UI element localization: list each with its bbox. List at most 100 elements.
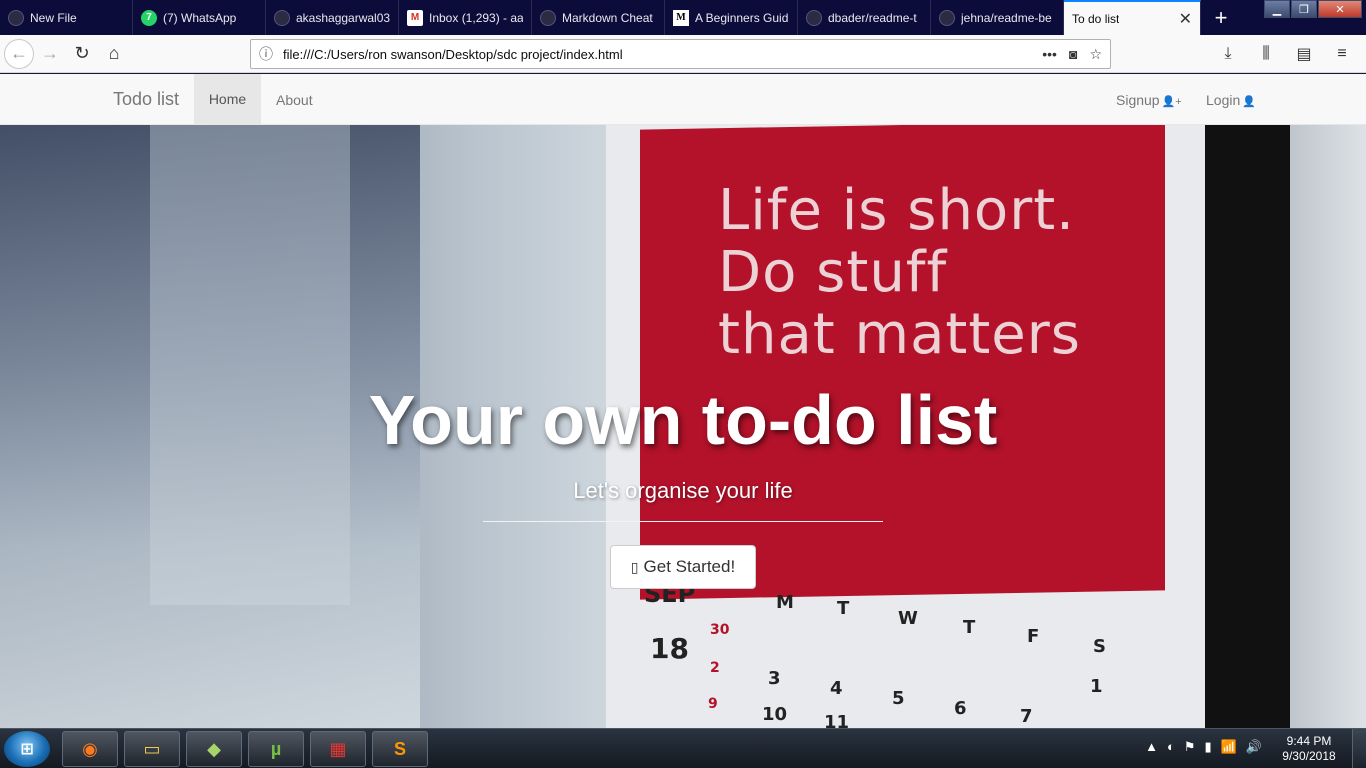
- signup-label: Signup: [1116, 92, 1160, 108]
- calendar-date: 10: [762, 704, 788, 725]
- github-icon: [939, 9, 955, 26]
- pocket-icon[interactable]: ◙: [1069, 46, 1077, 62]
- login-label: Login: [1206, 92, 1241, 108]
- tab-markdown-cheatsheet[interactable]: Markdown Cheat: [532, 0, 665, 35]
- taskbar-clock[interactable]: 9:44 PM 9/30/2018: [1274, 734, 1344, 764]
- network-icon[interactable]: 📶: [1221, 739, 1237, 755]
- calendar-date: 4: [830, 678, 843, 699]
- calendar-date: 5: [892, 688, 905, 709]
- minimize-button[interactable]: ▁: [1264, 0, 1290, 18]
- tab-label: dbader/readme-t: [828, 10, 917, 25]
- show-desktop-button[interactable]: [1352, 729, 1366, 768]
- browser-toolbar: ← → ↻ ⌂ ⓘ file:///C:/Users/ron swanson/D…: [0, 35, 1366, 73]
- tab-dbader-readme[interactable]: dbader/readme-t: [798, 0, 931, 35]
- gmail-icon: M: [407, 9, 423, 26]
- github-icon: [540, 9, 556, 26]
- sidebar-icon[interactable]: ▤: [1288, 38, 1320, 70]
- calendar-date-red: 2: [710, 660, 720, 676]
- navbar-brand[interactable]: Todo list: [113, 89, 179, 110]
- window-controls: ▁ ❐ ✕: [1264, 0, 1362, 18]
- tab-whatsapp[interactable]: 7 (7) WhatsApp: [133, 0, 266, 35]
- calendar-quote: Life is short. Do stuff that matters: [718, 180, 1081, 366]
- tab-label: akashaggarwal03: [296, 10, 390, 25]
- medium-icon: M: [673, 9, 689, 26]
- tab-todo-list[interactable]: To do list ✕: [1064, 0, 1201, 35]
- calendar-date: 1: [1090, 676, 1103, 697]
- forward-button[interactable]: →: [34, 38, 66, 70]
- close-window-button[interactable]: ✕: [1318, 0, 1362, 18]
- library-icon[interactable]: ⫼: [1250, 38, 1282, 70]
- file-explorer-taskbar-icon[interactable]: ▭: [124, 731, 180, 767]
- quote-line: Life is short.: [718, 178, 1075, 243]
- weekday-label: T: [837, 598, 850, 619]
- nav-about-link[interactable]: About: [276, 92, 313, 108]
- weekday-label: S: [1093, 636, 1106, 657]
- tray-app-icon[interactable]: ◐: [1167, 739, 1175, 755]
- reload-button[interactable]: ↻: [66, 38, 98, 70]
- quote-line: Do stuff: [718, 240, 948, 305]
- info-icon[interactable]: ⓘ: [259, 44, 273, 64]
- hero-divider: [483, 521, 883, 522]
- menu-icon[interactable]: ≡: [1326, 38, 1358, 70]
- calendar-date-red: 9: [708, 696, 718, 712]
- url-text[interactable]: file:///C:/Users/ron swanson/Desktop/sdc…: [283, 47, 1030, 62]
- weekday-label: T: [963, 617, 976, 638]
- user-icon: 👤: [1242, 96, 1256, 108]
- action-center-icon[interactable]: ⚑: [1184, 739, 1196, 755]
- nav-signup-link[interactable]: Signup 👤+: [1116, 92, 1182, 108]
- tab-medium-guide[interactable]: M A Beginners Guid: [665, 0, 798, 35]
- calendar-date-red: 30: [710, 622, 730, 638]
- new-tab-button[interactable]: +: [1201, 0, 1241, 35]
- get-started-button[interactable]: ▯ Get Started!: [610, 545, 756, 589]
- downloads-icon[interactable]: ⤓: [1212, 38, 1244, 70]
- page-actions-icon[interactable]: •••: [1042, 46, 1057, 62]
- tab-new-file[interactable]: New File: [0, 0, 133, 35]
- system-tray: ▲ ◐ ⚑ ▮ 📶 🔊: [1145, 739, 1262, 755]
- tab-label: To do list: [1072, 11, 1120, 26]
- tab-jehna-readme[interactable]: jehna/readme-be: [931, 0, 1064, 35]
- clock-time: 9:44 PM: [1286, 734, 1332, 748]
- start-button[interactable]: ⊞: [4, 731, 50, 767]
- site-navbar: Todo list Home About Signup 👤+ Login 👤: [0, 74, 1366, 125]
- tab-label: New File: [30, 10, 77, 25]
- tab-gmail-inbox[interactable]: M Inbox (1,293) - aa: [399, 0, 532, 35]
- calendar-date: 7: [1020, 706, 1033, 727]
- bookmark-star-icon[interactable]: ☆: [1089, 46, 1102, 63]
- calendar-grid: SEP 18 M T W T F S 30 2 9 3 4 5 6 7 1 10…: [640, 580, 1120, 728]
- calendar-date: 6: [954, 698, 967, 719]
- browser-tab-strip: New File 7 (7) WhatsApp akashaggarwal03 …: [0, 0, 1366, 35]
- explorer-taskbar-icon[interactable]: ◆: [186, 731, 242, 767]
- tab-label: (7) WhatsApp: [163, 10, 237, 25]
- office-taskbar-icon[interactable]: ▦: [310, 731, 366, 767]
- hero-title: Your own to-do list: [368, 381, 998, 459]
- utorrent-taskbar-icon[interactable]: µ: [248, 731, 304, 767]
- volume-icon[interactable]: 🔊: [1246, 739, 1262, 755]
- hero-section: Life is short. Do stuff that matters SEP…: [0, 125, 1366, 728]
- windows-taskbar: ⊞ ◉ ▭ ◆ µ ▦ S ▲ ◐ ⚑ ▮ 📶 🔊 9:44 PM 9/30/2…: [0, 728, 1366, 768]
- hero-subtitle: Let's organise your life: [573, 478, 793, 503]
- maximize-button[interactable]: ❐: [1291, 0, 1317, 18]
- address-bar[interactable]: ⓘ file:///C:/Users/ron swanson/Desktop/s…: [250, 39, 1111, 69]
- calendar-date: 11: [824, 712, 850, 728]
- checklist-icon: ▯: [630, 558, 639, 575]
- weekday-label: W: [898, 608, 918, 629]
- quote-line: that matters: [718, 302, 1081, 367]
- weekday-label: F: [1027, 626, 1040, 647]
- back-button[interactable]: ←: [4, 38, 34, 69]
- firefox-taskbar-icon[interactable]: ◉: [62, 731, 118, 767]
- github-icon: [8, 9, 24, 26]
- nav-login-link[interactable]: Login 👤: [1206, 92, 1256, 108]
- close-tab-icon[interactable]: ✕: [1179, 9, 1192, 29]
- battery-icon[interactable]: ▮: [1204, 739, 1211, 755]
- toolbar-right-tools: ⤓ ⫼ ▤ ≡: [1212, 38, 1358, 70]
- home-button[interactable]: ⌂: [98, 38, 130, 70]
- tray-expand-icon[interactable]: ▲: [1145, 739, 1158, 755]
- clock-date: 9/30/2018: [1282, 749, 1336, 763]
- tab-github-profile[interactable]: akashaggarwal03: [266, 0, 399, 35]
- sublime-text-taskbar-icon[interactable]: S: [372, 731, 428, 767]
- weekday-label: M: [776, 592, 794, 613]
- github-icon: [806, 9, 822, 26]
- nav-home-link[interactable]: Home: [194, 74, 261, 124]
- tab-label: A Beginners Guid: [695, 10, 789, 25]
- calendar-day: 18: [650, 632, 689, 665]
